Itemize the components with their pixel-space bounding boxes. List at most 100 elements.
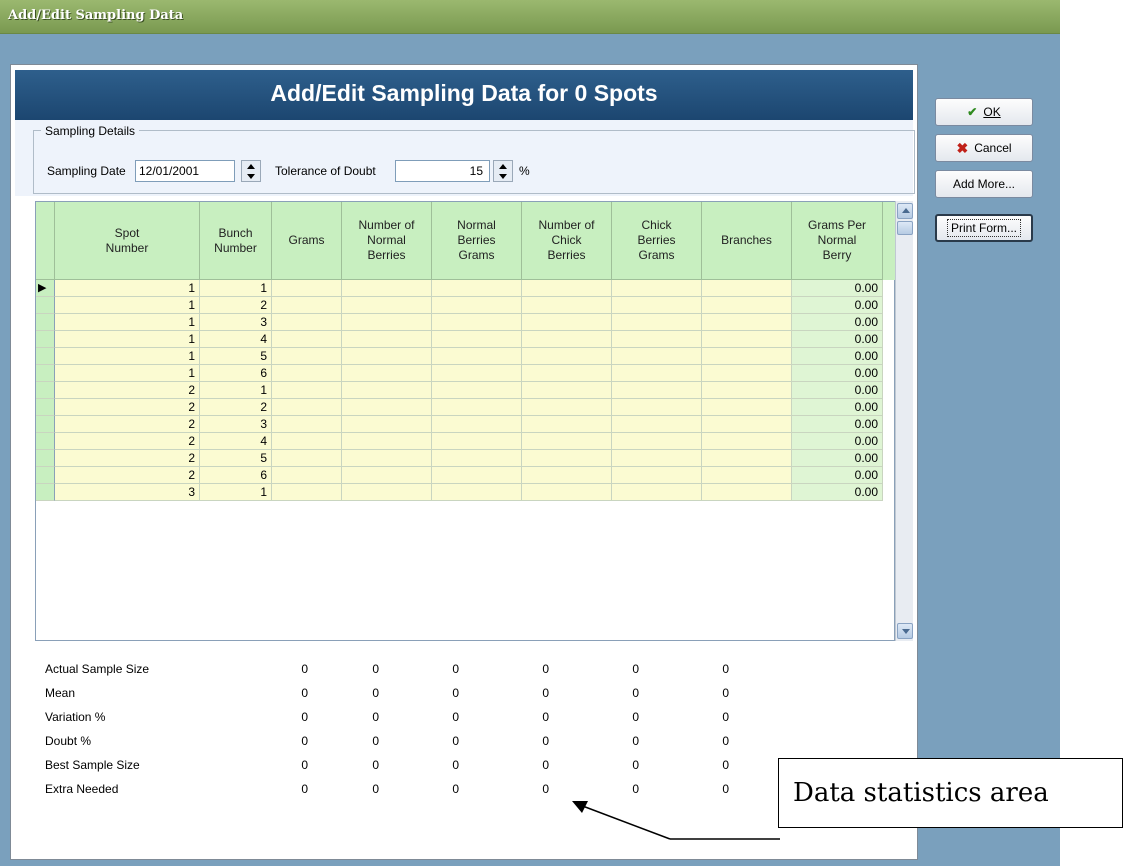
bunch-number-cell[interactable]: 5	[200, 348, 272, 365]
column-header[interactable]: Branches	[702, 202, 792, 280]
spin-up-icon[interactable]	[247, 164, 255, 169]
spot-number-cell[interactable]: 1	[55, 331, 200, 348]
table-cell[interactable]	[272, 382, 342, 399]
table-cell[interactable]	[702, 450, 792, 467]
cancel-button[interactable]: ✖ Cancel	[935, 134, 1033, 162]
column-header[interactable]: Normal Berries Grams	[432, 202, 522, 280]
table-cell[interactable]	[432, 297, 522, 314]
table-cell[interactable]	[612, 382, 702, 399]
column-header[interactable]: Chick Berries Grams	[612, 202, 702, 280]
table-cell[interactable]	[522, 331, 612, 348]
bunch-number-cell[interactable]: 2	[200, 297, 272, 314]
bunch-number-cell[interactable]: 3	[200, 416, 272, 433]
row-selector[interactable]	[36, 399, 55, 416]
tolerance-spinner[interactable]	[493, 160, 513, 182]
table-cell[interactable]	[612, 467, 702, 484]
table-cell[interactable]	[522, 297, 612, 314]
spot-number-cell[interactable]: 2	[55, 416, 200, 433]
scroll-down-button[interactable]	[897, 623, 913, 639]
table-cell[interactable]	[272, 416, 342, 433]
sampling-grid[interactable]: Spot Number Bunch Number Grams Number of No…	[35, 201, 896, 641]
table-cell[interactable]	[342, 297, 432, 314]
table-cell[interactable]	[342, 348, 432, 365]
spin-down-icon[interactable]	[499, 174, 507, 179]
table-cell[interactable]	[702, 484, 792, 501]
table-cell[interactable]	[272, 365, 342, 382]
bunch-number-cell[interactable]: 4	[200, 331, 272, 348]
table-cell[interactable]	[522, 348, 612, 365]
row-selector[interactable]	[36, 348, 55, 365]
table-cell[interactable]	[702, 382, 792, 399]
spot-number-cell[interactable]: 3	[55, 484, 200, 501]
print-form-button[interactable]: Print Form...	[935, 214, 1033, 242]
table-cell[interactable]	[612, 331, 702, 348]
table-cell[interactable]	[522, 314, 612, 331]
table-cell[interactable]	[702, 365, 792, 382]
spot-number-cell[interactable]: 1	[55, 280, 200, 297]
row-selector[interactable]	[36, 467, 55, 484]
table-cell[interactable]	[432, 280, 522, 297]
column-header[interactable]: Number of Chick Berries	[522, 202, 612, 280]
table-cell[interactable]	[612, 450, 702, 467]
table-cell[interactable]	[432, 382, 522, 399]
table-cell[interactable]	[522, 433, 612, 450]
table-cell[interactable]	[522, 280, 612, 297]
scroll-up-button[interactable]	[897, 203, 913, 219]
table-cell[interactable]	[342, 467, 432, 484]
table-cell[interactable]	[272, 467, 342, 484]
row-selector[interactable]	[36, 416, 55, 433]
bunch-number-cell[interactable]: 2	[200, 399, 272, 416]
row-selector[interactable]	[36, 484, 55, 501]
table-cell[interactable]	[272, 331, 342, 348]
table-cell[interactable]	[702, 416, 792, 433]
spot-number-cell[interactable]: 1	[55, 314, 200, 331]
table-cell[interactable]	[432, 450, 522, 467]
vertical-scrollbar[interactable]	[895, 201, 913, 641]
spot-number-cell[interactable]: 2	[55, 399, 200, 416]
table-cell[interactable]	[612, 365, 702, 382]
spot-number-cell[interactable]: 1	[55, 365, 200, 382]
bunch-number-cell[interactable]: 6	[200, 467, 272, 484]
table-cell[interactable]	[432, 467, 522, 484]
table-cell[interactable]	[342, 331, 432, 348]
table-cell[interactable]	[272, 280, 342, 297]
bunch-number-cell[interactable]: 4	[200, 433, 272, 450]
table-cell[interactable]	[522, 450, 612, 467]
table-cell[interactable]	[342, 484, 432, 501]
scroll-thumb[interactable]	[897, 221, 913, 235]
table-cell[interactable]	[272, 348, 342, 365]
table-cell[interactable]	[272, 314, 342, 331]
spot-number-cell[interactable]: 2	[55, 467, 200, 484]
date-spinner[interactable]	[241, 160, 261, 182]
table-cell[interactable]	[342, 382, 432, 399]
spot-number-cell[interactable]: 2	[55, 382, 200, 399]
table-cell[interactable]	[702, 399, 792, 416]
table-cell[interactable]	[432, 433, 522, 450]
table-cell[interactable]	[432, 348, 522, 365]
column-header[interactable]: Bunch Number	[200, 202, 272, 280]
table-cell[interactable]	[432, 484, 522, 501]
table-cell[interactable]	[702, 280, 792, 297]
row-selector[interactable]	[36, 450, 55, 467]
table-cell[interactable]	[702, 433, 792, 450]
table-cell[interactable]	[432, 399, 522, 416]
table-cell[interactable]	[272, 297, 342, 314]
bunch-number-cell[interactable]: 1	[200, 484, 272, 501]
table-cell[interactable]	[702, 314, 792, 331]
table-cell[interactable]	[522, 399, 612, 416]
spot-number-cell[interactable]: 2	[55, 433, 200, 450]
table-cell[interactable]	[702, 467, 792, 484]
table-cell[interactable]	[342, 280, 432, 297]
spin-down-icon[interactable]	[247, 174, 255, 179]
add-more-button[interactable]: Add More...	[935, 170, 1033, 198]
sampling-date-field[interactable]: 12/01/2001	[135, 160, 235, 182]
bunch-number-cell[interactable]: 1	[200, 382, 272, 399]
table-cell[interactable]	[612, 348, 702, 365]
column-header[interactable]: Grams Per Normal Berry	[792, 202, 883, 280]
spot-number-cell[interactable]: 2	[55, 450, 200, 467]
row-selector[interactable]	[36, 382, 55, 399]
table-cell[interactable]	[342, 433, 432, 450]
table-cell[interactable]	[522, 416, 612, 433]
bunch-number-cell[interactable]: 1	[200, 280, 272, 297]
table-cell[interactable]	[272, 433, 342, 450]
